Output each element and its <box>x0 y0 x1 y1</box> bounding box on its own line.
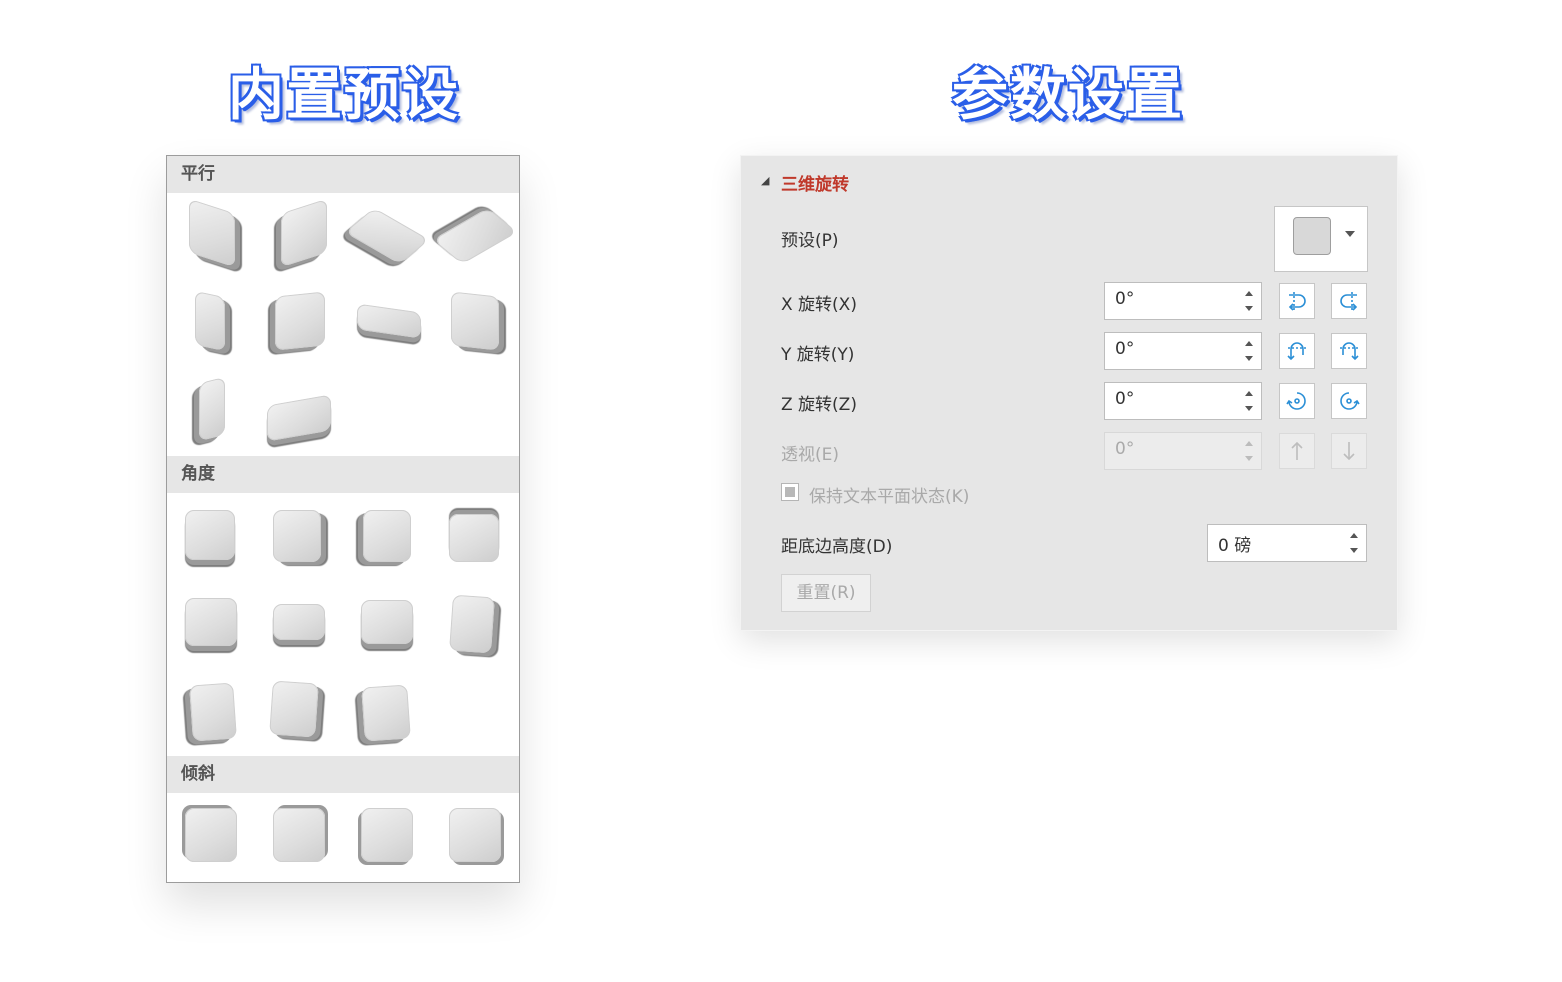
panel-title[interactable]: 三维旋转 <box>781 170 849 195</box>
preset-parallel-6[interactable] <box>275 291 325 351</box>
x-rotate-right-icon[interactable] <box>1331 283 1367 319</box>
preset-label: 预设(P) <box>781 231 839 251</box>
spin-up-icon[interactable] <box>1245 291 1253 296</box>
rotation-3d-panel: ◢ 三维旋转 预设(P) X 旋转(X) 0° Y 旋转(Y) 0° Z 旋转(… <box>740 155 1398 631</box>
spin-down-icon[interactable] <box>1245 406 1253 411</box>
preset-oblique-3[interactable] <box>361 808 413 862</box>
spin-up-icon[interactable] <box>1245 391 1253 396</box>
y-rotation-input[interactable]: 0° <box>1104 332 1262 370</box>
z-rotate-ccw-icon[interactable] <box>1279 383 1315 419</box>
preset-perspective-1[interactable] <box>185 510 235 560</box>
reset-button: 重置(R) <box>781 574 871 612</box>
keep-text-flat-checkbox[interactable] <box>781 483 799 501</box>
preset-perspective-11[interactable] <box>361 684 411 742</box>
spin-up-icon[interactable] <box>1350 533 1358 538</box>
preset-parallel-3[interactable] <box>344 207 430 265</box>
preset-gallery: 平行 角度 倾斜 <box>166 155 520 883</box>
preset-parallel-10[interactable] <box>267 394 331 442</box>
preset-swatch <box>1293 217 1331 255</box>
z-rotation-input[interactable]: 0° <box>1104 382 1262 420</box>
section-header-oblique: 倾斜 <box>167 756 519 793</box>
preset-perspective-9[interactable] <box>189 682 237 742</box>
preset-oblique-4[interactable] <box>449 808 501 862</box>
spin-down-icon <box>1245 456 1253 461</box>
preset-parallel-2[interactable] <box>281 198 327 268</box>
preset-perspective-3[interactable] <box>363 510 411 562</box>
y-rotation-value: 0° <box>1115 339 1135 359</box>
spin-up-icon[interactable] <box>1245 341 1253 346</box>
perspective-down-icon <box>1331 433 1367 469</box>
spin-down-icon[interactable] <box>1245 356 1253 361</box>
x-rotation-label: X 旋转(X) <box>781 295 857 315</box>
preset-dropdown[interactable] <box>1274 206 1368 272</box>
y-rotate-down-icon[interactable] <box>1331 333 1367 369</box>
z-rotation-label: Z 旋转(Z) <box>781 395 857 415</box>
spin-down-icon[interactable] <box>1245 306 1253 311</box>
keep-text-flat-label: 保持文本平面状态(K) <box>809 487 970 507</box>
spin-down-icon[interactable] <box>1350 548 1358 553</box>
z-rotate-cw-icon[interactable] <box>1331 383 1367 419</box>
z-rotation-value: 0° <box>1115 389 1135 409</box>
y-rotate-up-icon[interactable] <box>1279 333 1315 369</box>
x-rotation-input[interactable]: 0° <box>1104 282 1262 320</box>
perspective-up-icon <box>1279 433 1315 469</box>
preset-perspective-10[interactable] <box>269 680 319 738</box>
section-header-perspective: 角度 <box>167 456 519 493</box>
preset-oblique-1[interactable] <box>185 808 237 862</box>
preset-perspective-5[interactable] <box>185 598 237 646</box>
perspective-value: 0° <box>1115 439 1135 459</box>
x-rotation-value: 0° <box>1115 289 1135 309</box>
section-header-parallel: 平行 <box>167 156 519 193</box>
preset-perspective-4[interactable] <box>449 514 499 562</box>
preset-parallel-5[interactable] <box>195 290 225 352</box>
perspective-input: 0° <box>1104 432 1262 470</box>
x-rotate-left-icon[interactable] <box>1279 283 1315 319</box>
preset-parallel-4[interactable] <box>432 207 518 265</box>
preset-parallel-8[interactable] <box>451 291 499 351</box>
preset-perspective-6[interactable] <box>273 604 325 640</box>
distance-input[interactable]: 0 磅 <box>1207 524 1367 562</box>
y-rotation-label: Y 旋转(Y) <box>781 345 855 365</box>
preset-perspective-8[interactable] <box>449 594 495 654</box>
preset-oblique-2[interactable] <box>273 808 325 862</box>
spin-up-icon <box>1245 441 1253 446</box>
preset-parallel-1[interactable] <box>189 198 235 268</box>
heading-builtin-presets: 内置预设 <box>228 63 460 128</box>
heading-parameter-settings: 参数设置 <box>952 63 1184 128</box>
distance-label: 距底边高度(D) <box>781 537 893 557</box>
preset-parallel-9[interactable] <box>199 376 225 442</box>
chevron-down-icon <box>1345 231 1355 237</box>
preset-perspective-7[interactable] <box>361 600 413 644</box>
collapse-triangle-icon[interactable]: ◢ <box>761 174 769 187</box>
preset-parallel-7[interactable] <box>357 303 421 339</box>
preset-perspective-2[interactable] <box>273 510 321 562</box>
distance-value: 0 磅 <box>1218 536 1252 556</box>
perspective-label: 透视(E) <box>781 445 840 465</box>
